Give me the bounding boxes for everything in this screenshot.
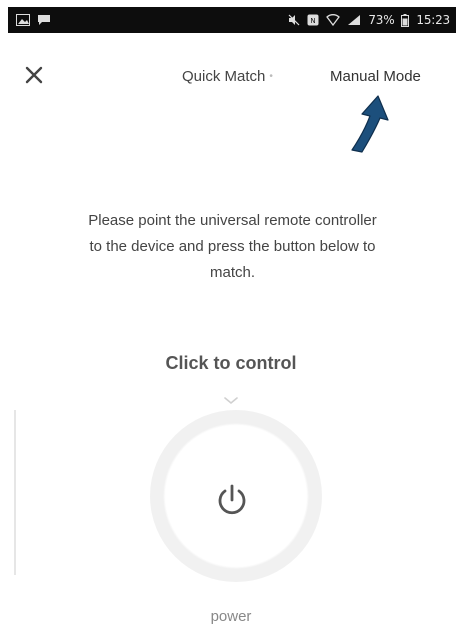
nfc-icon: N — [307, 14, 319, 26]
wifi-icon — [326, 14, 341, 26]
annotation-arrow-icon — [340, 94, 390, 161]
chevron-down-icon — [224, 392, 238, 410]
tab-quick-match-label: Quick Match — [182, 68, 266, 85]
tab-quick-match[interactable]: Quick Match • — [182, 68, 273, 85]
power-icon — [215, 483, 249, 524]
header: Quick Match • Manual Mode — [0, 50, 462, 100]
tab-manual-mode[interactable]: Manual Mode — [330, 68, 421, 85]
tab-separator-dot: • — [269, 71, 273, 82]
image-icon — [16, 14, 30, 26]
mute-icon — [288, 14, 300, 26]
svg-text:N: N — [311, 17, 316, 25]
clock: 15:23 — [416, 13, 450, 27]
signal-icon — [347, 14, 361, 26]
battery-percent: 73% — [368, 13, 395, 27]
close-icon — [24, 65, 44, 90]
message-icon — [37, 14, 51, 26]
status-bar: N 73% 15:23 — [8, 7, 456, 33]
scroll-edge — [14, 410, 16, 575]
battery-icon — [401, 13, 410, 27]
control-title: Click to control — [165, 353, 297, 373]
close-button[interactable] — [20, 63, 48, 91]
instruction-text: Please point the universal remote contro… — [88, 212, 377, 281]
power-label: power — [210, 608, 252, 625]
